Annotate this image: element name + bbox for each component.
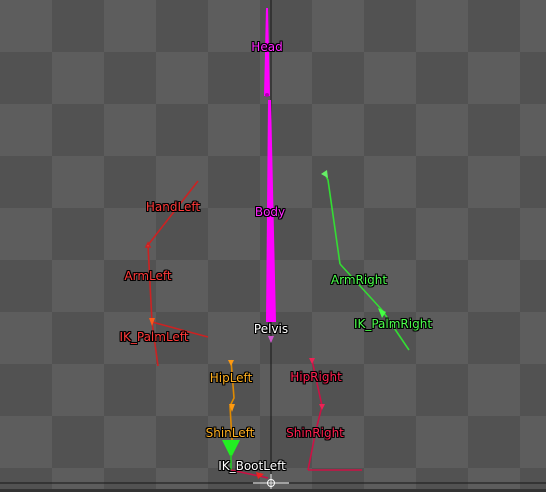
bone-label-ik-boot-left[interactable]: IK_BootLeft <box>218 459 286 473</box>
bone-label-ik-palm-left[interactable]: IK_PalmLeft <box>119 330 188 344</box>
bone-label-hand-left[interactable]: HandLeft <box>146 200 200 214</box>
bone-label-hip-left[interactable]: HipLeft <box>210 371 253 385</box>
bone-label-head[interactable]: Head <box>251 40 282 54</box>
bone-label-ik-palm-right[interactable]: IK_PalmRight <box>354 317 432 331</box>
bone-label-body[interactable]: Body <box>255 205 285 219</box>
bone-label-pelvis[interactable]: Pelvis <box>254 322 288 336</box>
bone-label-arm-left[interactable]: ArmLeft <box>124 269 171 283</box>
rig-canvas <box>0 0 546 491</box>
bone-label-hip-right[interactable]: HipRight <box>290 370 342 384</box>
bone-label-arm-right[interactable]: ArmRight <box>331 273 387 287</box>
pelvis-bone[interactable] <box>268 336 274 343</box>
bone-label-shin-left[interactable]: ShinLeft <box>206 426 255 440</box>
bone-label-shin-right[interactable]: ShinRight <box>286 426 344 440</box>
skeleton-viewport[interactable]: Head Body Pelvis HandLeft ArmLeft IK_Pal… <box>0 0 546 492</box>
